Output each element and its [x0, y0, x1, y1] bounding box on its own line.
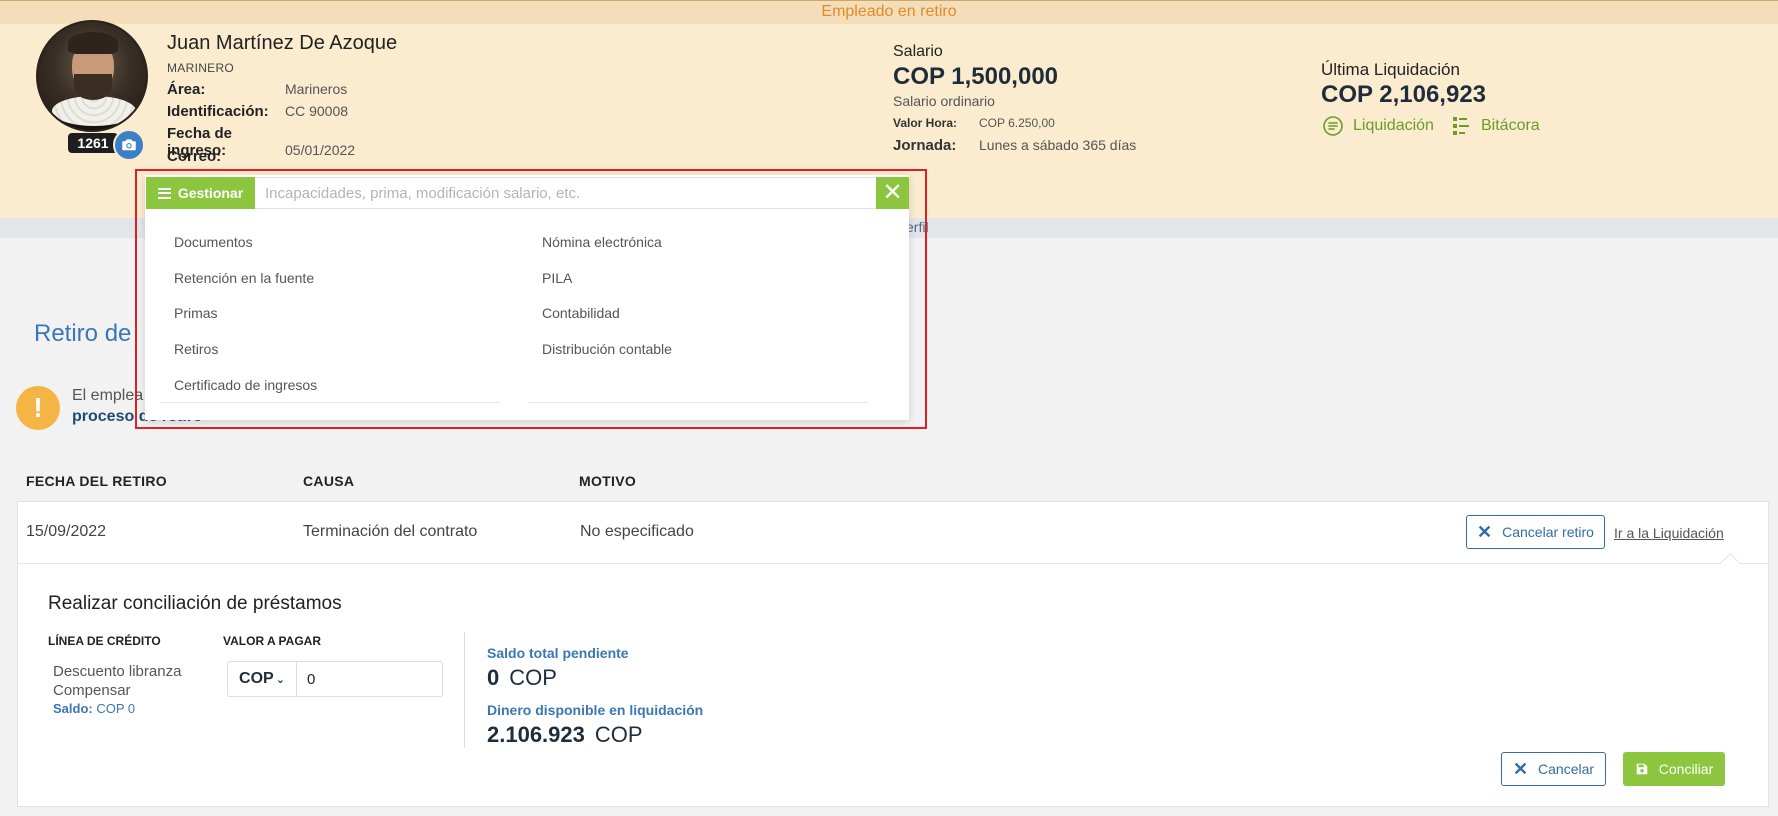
available-money-label: Dinero disponible en liquidación [487, 702, 704, 718]
pending-balance-currency: COP [509, 665, 557, 690]
header-reason: MOTIVO [579, 473, 637, 489]
employee-number-badge: 1261 [68, 133, 118, 153]
salary-value: COP 1,500,000 [893, 63, 1059, 90]
currency-label: COP [239, 670, 274, 687]
header-credit-line: LÍNEA DE CRÉDITO [48, 634, 161, 648]
schedule-value: Lunes a sábado 365 días [979, 137, 1137, 153]
area-label: Área: [167, 81, 206, 98]
conciliation-title: Realizar conciliación de préstamos [48, 593, 342, 614]
start-date-value: 05/01/2022 [285, 142, 356, 158]
warning-icon: ! [16, 386, 60, 430]
hour-value: COP 6.250,00 [979, 116, 1055, 130]
last-settlement-value: COP 2,106,923 [1321, 81, 1487, 108]
id-value: CC 90008 [285, 103, 349, 119]
available-money-currency: COP [594, 722, 643, 747]
bitacora-link[interactable]: Bitácora [1449, 114, 1540, 138]
last-settlement-label: Última Liquidación [1321, 60, 1460, 79]
log-icon [1453, 117, 1469, 135]
pending-balance-amount: 0 [487, 665, 500, 690]
cancel-retirement-button[interactable]: ✕ Cancelar retiro [1466, 515, 1605, 549]
liquidacion-link-label: Liquidación [1353, 117, 1434, 134]
go-to-settlement-link[interactable]: Ir a la Liquidación [1614, 525, 1724, 541]
balance-label: Saldo: [53, 701, 93, 716]
cancel-retirement-label: Cancelar retiro [1502, 524, 1594, 540]
retirement-date-cell: 15/09/2022 [26, 523, 107, 540]
reason-cell: No especificado [580, 523, 694, 540]
change-photo-button[interactable] [113, 129, 145, 161]
header-amount-to-pay: VALOR A PAGAR [223, 634, 321, 648]
schedule-label: Jornada: [893, 137, 957, 154]
currency-select[interactable]: COP ⌄ [228, 662, 297, 696]
pending-balance-value: 0 COP [487, 665, 557, 691]
cancel-label: Cancelar [1538, 761, 1595, 777]
bitacora-link-label: Bitácora [1481, 117, 1540, 134]
liquidacion-link[interactable]: Liquidación [1321, 114, 1434, 138]
available-money-value: 2.106.923 COP [487, 722, 643, 748]
hour-value-label: Valor Hora: [893, 116, 958, 130]
cause-cell: Terminación del contrato [303, 523, 478, 540]
salary-label: Salario [893, 43, 943, 60]
header-retirement-date: FECHA DEL RETIRO [26, 473, 167, 489]
chevron-down-icon: ⌄ [275, 673, 285, 686]
divider [464, 632, 465, 748]
amount-to-pay-input[interactable]: 0 [297, 671, 315, 688]
close-icon: ✕ [1512, 758, 1529, 779]
salary-subtitle: Salario ordinario [893, 93, 995, 109]
id-row: Identificación: CC 90008 [167, 103, 348, 120]
email-row: Correo: [167, 148, 285, 165]
camera-icon [122, 139, 136, 151]
area-row: Área: Marineros [167, 81, 347, 98]
reconcile-button[interactable]: Conciliar [1623, 752, 1725, 786]
close-icon: ✕ [1477, 521, 1493, 542]
alert-text: El emplea [72, 387, 144, 404]
header-cause: CAUSA [303, 473, 355, 489]
id-label: Identificación: [167, 103, 269, 120]
available-money-amount: 2.106.923 [487, 722, 585, 747]
email-label: Correo: [167, 148, 222, 165]
employee-role: MARINERO [167, 61, 235, 75]
page-title: Retiro de [34, 320, 132, 347]
status-banner: Empleado en retiro [0, 0, 1778, 24]
reconcile-label: Conciliar [1658, 761, 1714, 777]
cancel-button[interactable]: ✕ Cancelar [1501, 752, 1606, 786]
save-icon [1636, 763, 1648, 775]
credit-line-name: Descuento libranza Compensar [53, 662, 181, 700]
employee-name: Juan Martínez De Azoque [167, 32, 398, 54]
area-value: Marineros [285, 81, 348, 97]
pending-balance-label: Saldo total pendiente [487, 645, 629, 661]
avatar [36, 20, 148, 132]
settlement-icon [1323, 116, 1343, 136]
amount-to-pay-field[interactable]: COP ⌄ 0 [227, 661, 443, 697]
credit-line-entity: Compensar [53, 682, 131, 699]
credit-line-type: Descuento libranza [53, 663, 182, 680]
credit-line-balance: Saldo: COP 0 [53, 701, 135, 716]
highlight-box [135, 169, 927, 429]
balance-value: COP 0 [96, 701, 136, 716]
